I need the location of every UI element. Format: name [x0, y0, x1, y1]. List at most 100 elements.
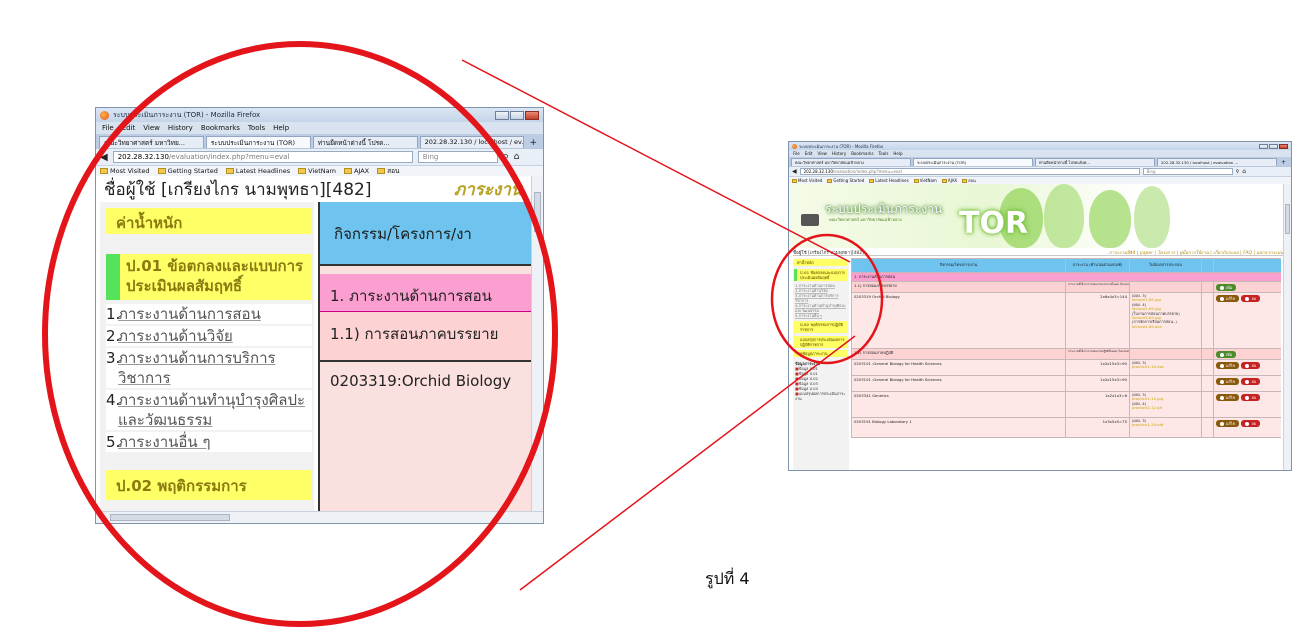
horizontal-scrollbar[interactable] — [96, 511, 543, 523]
file-link[interactable]: lecture4-65.doc — [1132, 324, 1162, 329]
sidebar-section-view[interactable]: ดูข้อมูลภาระงาน — [794, 350, 848, 357]
edit-button[interactable]: แก้ไข — [1216, 420, 1240, 427]
maximize-button[interactable] — [1269, 143, 1278, 149]
search-box[interactable]: Bing — [1142, 168, 1233, 175]
file-link[interactable]: practice1-29.pdf — [1132, 422, 1163, 427]
bookmark-latest-headlines[interactable]: Latest Headlines — [225, 167, 290, 175]
delete-button[interactable]: ลบ — [1241, 378, 1261, 385]
menu-edit[interactable]: Edit — [805, 151, 813, 156]
scroll-thumb[interactable] — [1285, 204, 1290, 234]
file-link[interactable]: practice2-12.gif — [1132, 405, 1162, 410]
laptop-icon — [801, 214, 819, 226]
bookmark-getting-started[interactable]: Getting Started — [827, 178, 864, 183]
url-bar[interactable]: 202.28.32.130/evaluation/index.php?menu=… — [112, 151, 413, 163]
bookmark-most-visited[interactable]: Most Visited — [100, 167, 150, 175]
search-icon[interactable]: ⚲ — [503, 153, 509, 162]
sidebar-item-culture[interactable]: 4.ภาระงานด้านทำนุบำรุงศิลปะและวัฒนธรรม — [793, 303, 849, 313]
delete-button[interactable]: ลบ — [1241, 420, 1261, 427]
tab-phpmyadmin[interactable]: 202.28.32.130 / localhost / evaluation .… — [1157, 158, 1277, 166]
menu-tools[interactable]: Tools — [248, 124, 265, 132]
tab-tor[interactable]: ระบบประเมินภาระงาน (TOR) — [913, 158, 1033, 166]
course-name: 0203101 :General Biology for Health Scie… — [851, 359, 1066, 376]
edit-button[interactable]: แก้ไข — [1216, 362, 1240, 369]
sidebar-item-teaching[interactable]: 1.ภาระงานด้านการสอน — [106, 304, 312, 324]
url-bar[interactable]: 202.28.32.130/evaluation/index.php?menu=… — [799, 168, 1140, 175]
tab-faculty[interactable]: คณะวิทยาศาสตร์ มหาวิทยาลัยแม่ฟ้าหลวง — [791, 158, 911, 166]
tab-popup[interactable]: ท่านยืดหน้าต่างนี้ โปรดแจ้งค... — [1035, 158, 1155, 166]
pencil-icon — [1220, 364, 1224, 368]
delete-button[interactable]: ลบ — [1241, 362, 1261, 369]
sidebar-item-other[interactable]: 5.ภาระงานอื่น ๆ — [106, 432, 312, 452]
tab-phpmyadmin[interactable]: 202.28.32.130 / localhost / ev... — [419, 136, 525, 148]
bookmark-teach[interactable]: สอน — [962, 177, 976, 184]
scroll-thumb[interactable] — [534, 192, 541, 232]
sidebar-item-culture[interactable]: 4.ภาระงานด้านทำนุบำรุงศิลปะและวัฒนธรรม — [106, 390, 312, 430]
bookmark-getting-started[interactable]: Getting Started — [157, 167, 218, 175]
maximize-button[interactable] — [510, 110, 524, 120]
delete-button[interactable]: ลบ — [1241, 394, 1261, 401]
back-icon[interactable]: ◀ — [100, 152, 108, 163]
tab-faculty[interactable]: คณะวิทยาศาสตร์ มหาวิทย... — [99, 136, 204, 148]
new-tab-button[interactable]: + — [1279, 159, 1288, 166]
minimize-button[interactable] — [1259, 143, 1268, 149]
bookmark-ajax[interactable]: AJAX — [941, 178, 957, 183]
tab-popup[interactable]: ท่านยืดหน้าต่างนี้ โปรด... — [312, 136, 418, 148]
bookmark-ajax[interactable]: AJAX — [343, 167, 369, 175]
menu-bookmarks[interactable]: Bookmarks — [851, 151, 873, 156]
menu-history[interactable]: History — [832, 151, 846, 156]
minimize-button[interactable] — [495, 110, 509, 120]
menu-help[interactable]: Help — [273, 124, 289, 132]
sidebar-item-service[interactable]: 3.ภาระงานด้านการบริการวิชาการ — [106, 348, 312, 388]
top-nav-links[interactable]: ภาระงานปี44 | paper | โครงการ | คู่มือกา… — [1109, 249, 1283, 256]
add-button[interactable]: เพิ่ม — [1216, 351, 1237, 358]
menu-bookmarks[interactable]: Bookmarks — [201, 124, 240, 132]
menu-view[interactable]: View — [817, 151, 827, 156]
sidebar-section-p02[interactable]: ป.02 พฤติกรรมการ — [106, 470, 312, 500]
bookmark-vietnam[interactable]: VietNam — [298, 167, 336, 175]
course-files: (ผลง. 3) practice1-10.doc — [1129, 359, 1202, 376]
home-icon[interactable]: ⌂ — [514, 152, 520, 162]
item-label: ภาระงานด้านการบริการวิชาการ — [118, 349, 276, 387]
sidebar-item-service[interactable]: 3.ภาระงานด้านการบริการวิชาการ — [793, 293, 849, 303]
bookmark-teach[interactable]: สอน — [377, 166, 399, 176]
plus-icon — [1220, 353, 1224, 357]
home-icon[interactable]: ⌂ — [1242, 168, 1246, 175]
sidebar-header-weight[interactable]: ค่าน้ำหนัก — [106, 208, 312, 234]
add-button[interactable]: เพิ่ม — [1216, 284, 1237, 291]
file-link[interactable]: practice1-10.doc — [1132, 364, 1164, 369]
sidebar-item-other[interactable]: 5.ภาระงานอื่น ๆ — [793, 313, 849, 318]
stats-link-6[interactable]: ■แบบสรุปผลการประเมินภาระงาน — [795, 391, 847, 401]
row-category-teaching: 1. ภาระงานด้านการสอน — [851, 272, 1281, 282]
close-button[interactable] — [1279, 143, 1288, 149]
menu-file[interactable]: File — [102, 124, 114, 132]
vertical-scrollbar[interactable] — [531, 176, 543, 513]
edit-button[interactable]: แก้ไข — [1216, 295, 1240, 302]
sidebar-section-p01[interactable]: ป.01 ข้อตกลงและแบบการประเมินผลสัมฤทธิ์ — [794, 269, 848, 281]
menu-history[interactable]: History — [168, 124, 193, 132]
menu-view[interactable]: View — [143, 124, 160, 132]
tab-tor[interactable]: ระบบประเมินภาระงาน (TOR) — [205, 136, 311, 148]
bookmark-most-visited[interactable]: Most Visited — [792, 178, 822, 183]
edit-button[interactable]: แก้ไข — [1216, 378, 1240, 385]
vertical-scrollbar[interactable] — [1283, 184, 1291, 470]
menu-help[interactable]: Help — [893, 151, 902, 156]
scroll-thumb[interactable] — [110, 514, 230, 521]
bookmark-vietnam[interactable]: VietNam — [913, 178, 937, 183]
sidebar-item-research[interactable]: 2.ภาระงานด้านวิจัย — [106, 326, 312, 346]
search-box[interactable]: Bing — [417, 151, 498, 163]
new-tab-button[interactable]: + — [526, 138, 540, 148]
sidebar-section-p01[interactable]: ป.01 ข้อตกลงและแบบการประเมินผลสัมฤทธิ์ — [106, 254, 312, 300]
back-icon[interactable]: ◀ — [792, 168, 797, 175]
bookmark-latest-headlines[interactable]: Latest Headlines — [869, 178, 909, 183]
search-icon[interactable]: ⚲ — [1236, 169, 1240, 175]
menu-tools[interactable]: Tools — [879, 151, 889, 156]
delete-button[interactable]: ลบ — [1241, 295, 1261, 302]
sidebar-section-p02[interactable]: ป.02 พฤติกรรมการปฏิบัติราชการ — [794, 321, 848, 333]
menu-edit[interactable]: Edit — [122, 124, 136, 132]
sidebar-header-weight[interactable]: ค่าน้ำหนัก — [794, 259, 848, 266]
bookmark-icon — [157, 168, 166, 174]
menu-file[interactable]: File — [793, 151, 800, 156]
edit-button[interactable]: แก้ไข — [1216, 394, 1240, 401]
sidebar-section-summary[interactable]: แบบสรุปการประเมินผลการปฏิบัติราชการ — [794, 336, 848, 348]
close-button[interactable] — [525, 110, 539, 120]
